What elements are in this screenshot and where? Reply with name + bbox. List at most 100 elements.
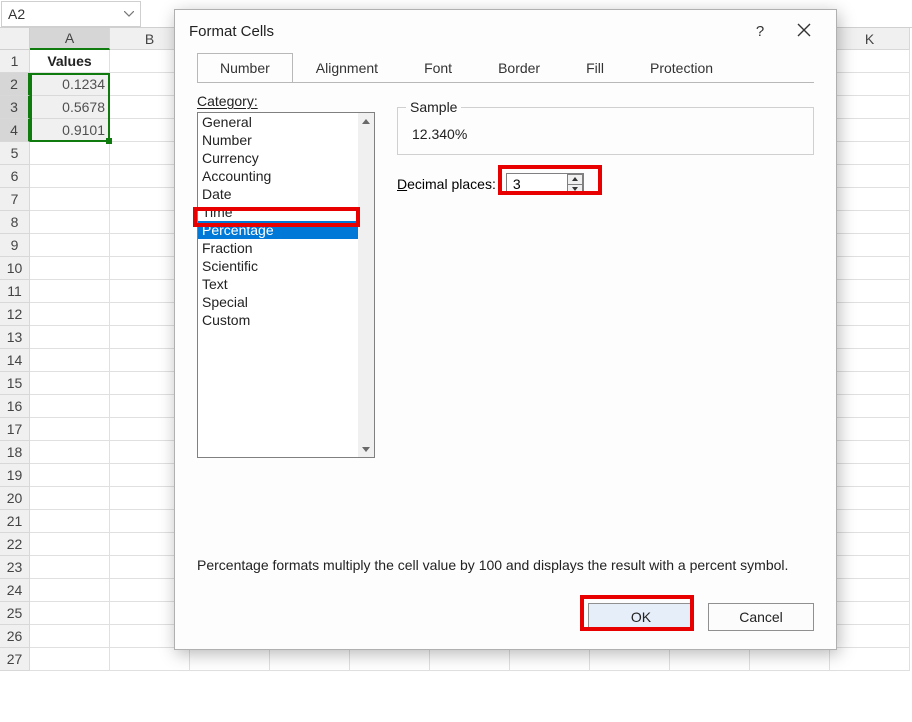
cell[interactable] bbox=[830, 349, 910, 372]
row-header[interactable]: 26 bbox=[0, 625, 30, 648]
row-header[interactable]: 25 bbox=[0, 602, 30, 625]
cell[interactable] bbox=[30, 188, 110, 211]
cell[interactable] bbox=[670, 648, 750, 671]
category-item[interactable]: Date bbox=[198, 185, 358, 203]
category-item[interactable]: Scientific bbox=[198, 257, 358, 275]
category-item[interactable]: Custom bbox=[198, 311, 358, 329]
cell[interactable] bbox=[830, 510, 910, 533]
cell[interactable] bbox=[30, 165, 110, 188]
cell[interactable] bbox=[830, 556, 910, 579]
category-item[interactable]: Special bbox=[198, 293, 358, 311]
cell[interactable] bbox=[30, 326, 110, 349]
cell[interactable] bbox=[830, 73, 910, 96]
row-header[interactable]: 12 bbox=[0, 303, 30, 326]
cell[interactable] bbox=[830, 280, 910, 303]
cell[interactable]: 0.5678 bbox=[30, 96, 110, 119]
cell[interactable] bbox=[830, 395, 910, 418]
row-header[interactable]: 2 bbox=[0, 73, 30, 96]
cell[interactable] bbox=[30, 625, 110, 648]
cell[interactable] bbox=[30, 395, 110, 418]
cell[interactable] bbox=[830, 487, 910, 510]
cell[interactable] bbox=[30, 441, 110, 464]
cell[interactable] bbox=[30, 487, 110, 510]
row-header[interactable]: 7 bbox=[0, 188, 30, 211]
row-header[interactable]: 16 bbox=[0, 395, 30, 418]
category-item[interactable]: Time bbox=[198, 203, 358, 221]
tab-border[interactable]: Border bbox=[475, 53, 563, 83]
cell[interactable] bbox=[830, 441, 910, 464]
cell[interactable] bbox=[270, 648, 350, 671]
cell[interactable] bbox=[30, 464, 110, 487]
close-button[interactable] bbox=[782, 12, 826, 50]
row-header[interactable]: 8 bbox=[0, 211, 30, 234]
tab-number[interactable]: Number bbox=[197, 53, 293, 83]
category-listbox[interactable]: GeneralNumberCurrencyAccountingDateTimeP… bbox=[197, 112, 375, 458]
cell[interactable] bbox=[830, 625, 910, 648]
category-item[interactable]: Accounting bbox=[198, 167, 358, 185]
cell[interactable] bbox=[350, 648, 430, 671]
cell[interactable] bbox=[30, 510, 110, 533]
row-header[interactable]: 19 bbox=[0, 464, 30, 487]
col-header[interactable]: K bbox=[830, 28, 910, 50]
cell[interactable] bbox=[830, 188, 910, 211]
select-all-corner[interactable] bbox=[0, 28, 30, 50]
name-box[interactable]: A2 bbox=[1, 1, 141, 27]
row-header[interactable]: 17 bbox=[0, 418, 30, 441]
row-header[interactable]: 27 bbox=[0, 648, 30, 671]
cell[interactable] bbox=[830, 418, 910, 441]
cell[interactable] bbox=[30, 602, 110, 625]
ok-button[interactable]: OK bbox=[588, 603, 694, 631]
category-item[interactable]: Text bbox=[198, 275, 358, 293]
cell[interactable] bbox=[830, 464, 910, 487]
cell[interactable] bbox=[190, 648, 270, 671]
row-header[interactable]: 9 bbox=[0, 234, 30, 257]
cell[interactable] bbox=[30, 280, 110, 303]
cell[interactable] bbox=[30, 211, 110, 234]
tab-alignment[interactable]: Alignment bbox=[293, 53, 401, 83]
row-header[interactable]: 24 bbox=[0, 579, 30, 602]
cell[interactable] bbox=[110, 648, 190, 671]
cell[interactable]: 0.9101 bbox=[30, 119, 110, 142]
cell[interactable] bbox=[750, 648, 830, 671]
cell[interactable]: 0.1234 bbox=[30, 73, 110, 96]
category-item[interactable]: General bbox=[198, 113, 358, 131]
cell[interactable] bbox=[430, 648, 510, 671]
category-item[interactable]: Number bbox=[198, 131, 358, 149]
row-header[interactable]: 3 bbox=[0, 96, 30, 119]
scroll-up-icon[interactable] bbox=[358, 113, 374, 129]
cell[interactable] bbox=[830, 533, 910, 556]
cell[interactable] bbox=[30, 648, 110, 671]
tab-protection[interactable]: Protection bbox=[627, 53, 736, 83]
cell[interactable]: Values bbox=[30, 50, 110, 73]
cell[interactable] bbox=[830, 579, 910, 602]
cell[interactable] bbox=[830, 372, 910, 395]
cancel-button[interactable]: Cancel bbox=[708, 603, 814, 631]
scrollbar[interactable] bbox=[358, 113, 374, 457]
cell[interactable] bbox=[830, 602, 910, 625]
col-header[interactable]: A bbox=[30, 28, 110, 50]
row-header[interactable]: 20 bbox=[0, 487, 30, 510]
cell[interactable] bbox=[30, 234, 110, 257]
row-header[interactable]: 13 bbox=[0, 326, 30, 349]
cell[interactable] bbox=[830, 303, 910, 326]
cell[interactable] bbox=[830, 211, 910, 234]
cell[interactable] bbox=[30, 556, 110, 579]
cell[interactable] bbox=[830, 326, 910, 349]
cell[interactable] bbox=[30, 303, 110, 326]
tab-font[interactable]: Font bbox=[401, 53, 475, 83]
cell[interactable] bbox=[830, 119, 910, 142]
category-item[interactable]: Percentage bbox=[198, 221, 358, 239]
cell[interactable] bbox=[830, 96, 910, 119]
row-header[interactable]: 4 bbox=[0, 119, 30, 142]
cell[interactable] bbox=[30, 372, 110, 395]
spinner-down-button[interactable] bbox=[567, 184, 583, 195]
row-header[interactable]: 23 bbox=[0, 556, 30, 579]
row-header[interactable]: 10 bbox=[0, 257, 30, 280]
category-item[interactable]: Currency bbox=[198, 149, 358, 167]
cell[interactable] bbox=[590, 648, 670, 671]
cell[interactable] bbox=[830, 234, 910, 257]
row-header[interactable]: 14 bbox=[0, 349, 30, 372]
cell[interactable] bbox=[30, 349, 110, 372]
spinner-up-button[interactable] bbox=[567, 174, 583, 184]
chevron-down-icon[interactable] bbox=[124, 9, 134, 19]
